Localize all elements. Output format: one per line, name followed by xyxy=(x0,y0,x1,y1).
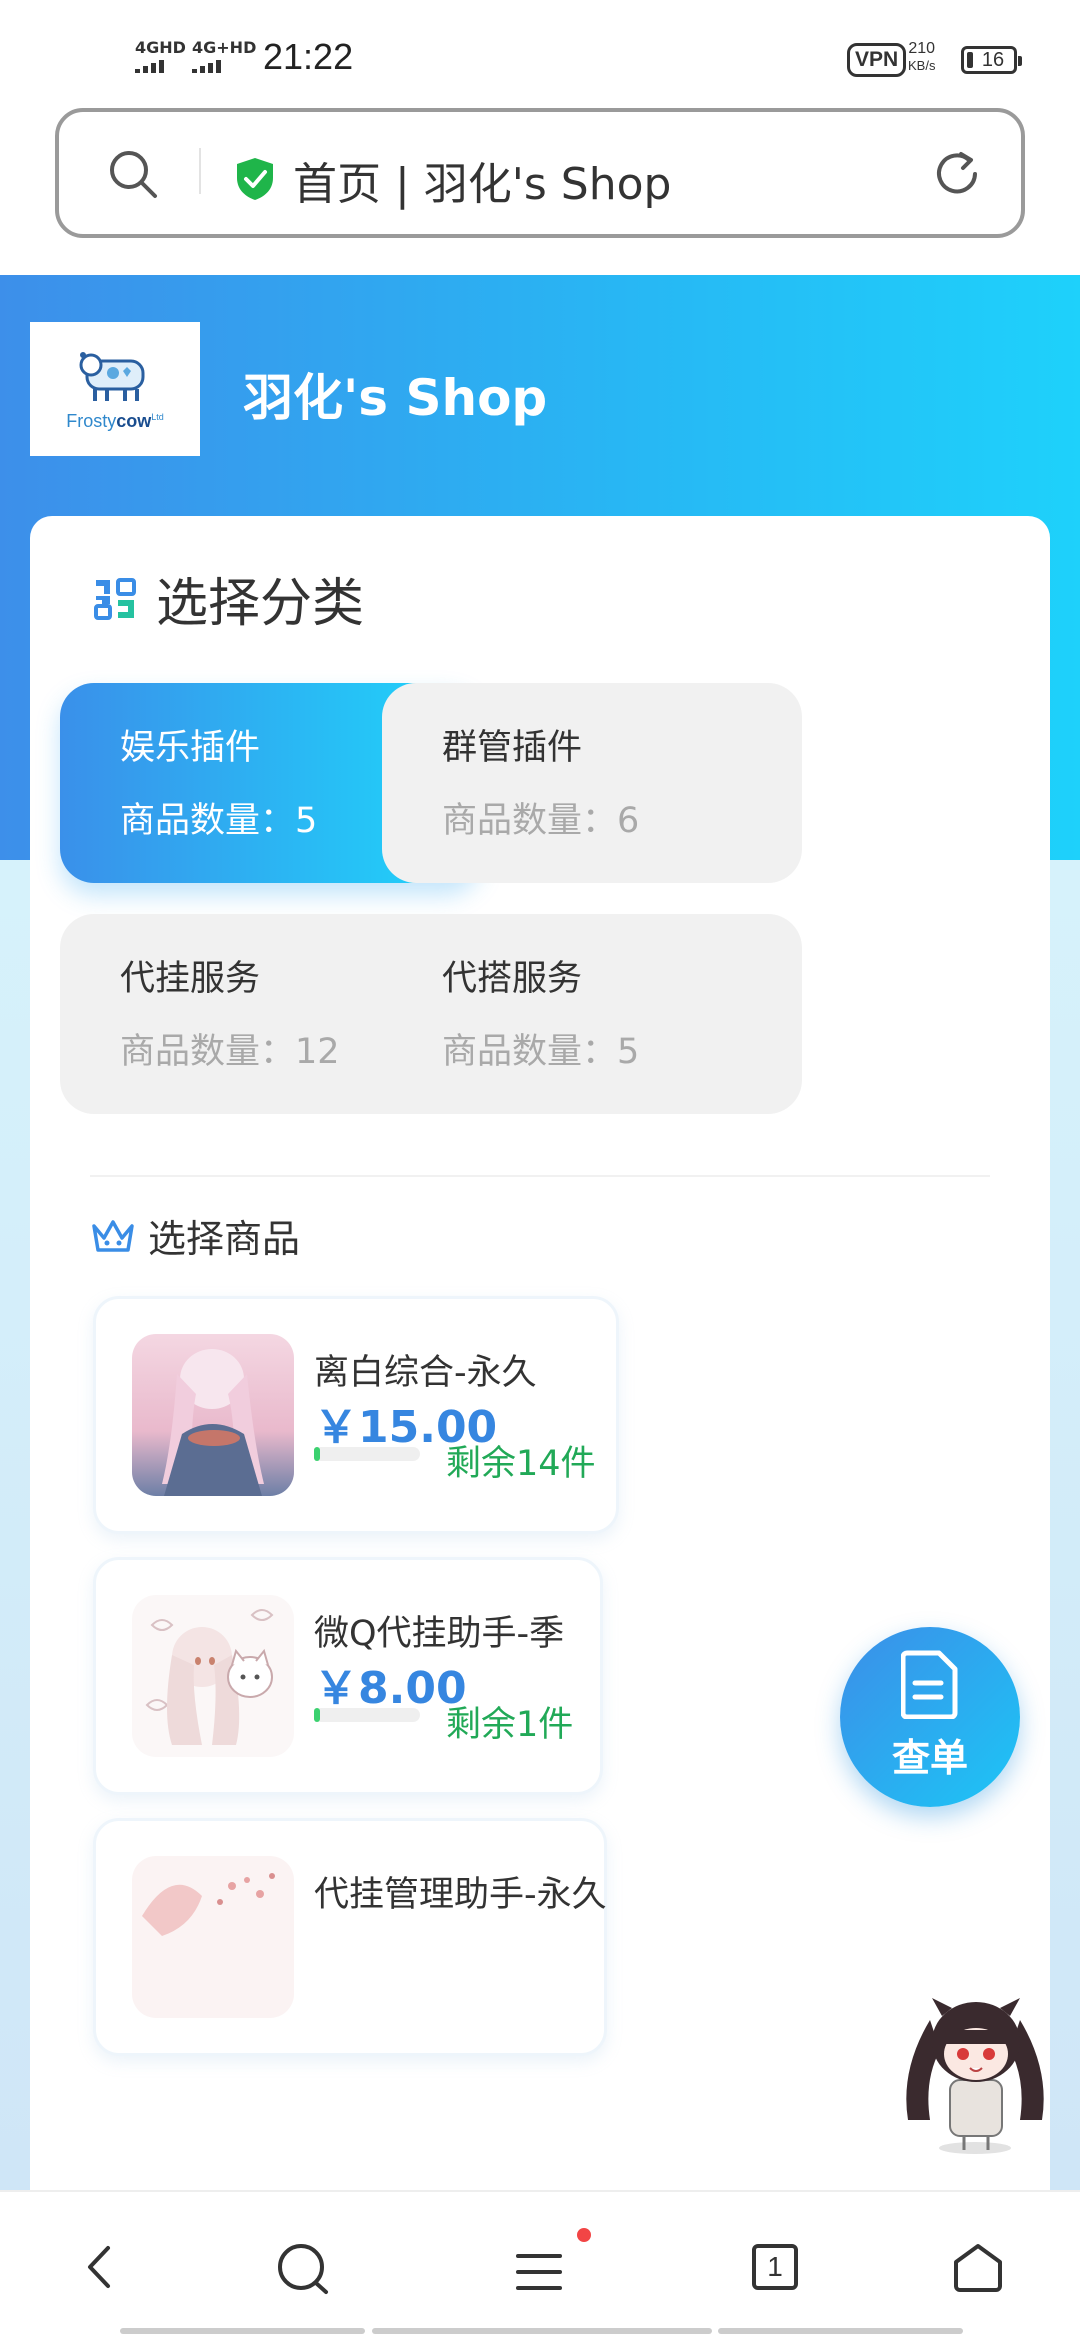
vpn-badge: VPN xyxy=(847,43,907,77)
battery-level: 16 xyxy=(981,49,1005,71)
battery-icon: 16 xyxy=(961,46,1022,74)
search-icon[interactable] xyxy=(276,2242,330,2296)
signal-icon: 4G+HD xyxy=(192,40,256,73)
network-speed-unit: KB/s xyxy=(908,58,936,73)
category-count: 商品数量：5 xyxy=(442,1032,640,1072)
stock-progress-bar xyxy=(314,1708,420,1722)
mascot-image xyxy=(906,1998,1044,2154)
stock-progress-fill xyxy=(314,1447,321,1461)
anime-flowers-image xyxy=(132,1856,294,2018)
status-bar: 4GHD 4G+HD 21:22 VPN 210 KB/s 16 xyxy=(0,0,1080,110)
category-name: 群管插件 xyxy=(442,728,583,768)
gesture-bar xyxy=(120,2328,365,2334)
product-name: 代挂管理助手-永久 xyxy=(314,1875,607,1915)
stock-progress-bar xyxy=(314,1447,420,1461)
product-thumbnail xyxy=(132,1595,294,1757)
reload-icon[interactable] xyxy=(931,148,983,200)
divider xyxy=(90,1175,990,1177)
cow-logo-icon xyxy=(79,351,145,401)
anime-girl-image xyxy=(132,1334,294,1496)
product-section-header: 选择商品 xyxy=(90,1208,300,1263)
signal-label: 4GHD xyxy=(135,38,186,57)
divider xyxy=(199,148,201,194)
gesture-bar xyxy=(372,2328,712,2334)
product-section-title: 选择商品 xyxy=(148,1217,301,1261)
category-section-header: 选择分类 xyxy=(92,561,364,636)
category-section-title: 选择分类 xyxy=(156,574,365,634)
shop-logo: FrostycowLtd xyxy=(30,322,200,456)
gesture-bar xyxy=(718,2328,963,2334)
browser-bottom-nav: 1 xyxy=(0,2190,1080,2340)
logo-text-ltd: Ltd xyxy=(151,411,164,422)
logo-text: FrostycowLtd xyxy=(66,411,164,432)
order-lookup-button[interactable]: 查单 xyxy=(840,1627,1020,1807)
crown-icon xyxy=(92,1219,134,1252)
logo-text-cow: cow xyxy=(116,410,152,431)
category-tile-group-management[interactable]: 群管插件 商品数量：6 xyxy=(382,683,802,883)
anime-girl-cat-image xyxy=(132,1595,294,1757)
logo-text-frosty: Frosty xyxy=(66,410,117,431)
product-thumbnail xyxy=(132,1856,294,2018)
product-card[interactable]: 代挂管理助手-永久 xyxy=(93,1818,607,2056)
category-count: 商品数量：6 xyxy=(442,801,640,841)
product-name: 微Q代挂助手-季 xyxy=(314,1614,565,1654)
address-bar[interactable]: 首页 | 羽化's Shop xyxy=(55,108,1025,238)
back-icon[interactable] xyxy=(80,2242,120,2292)
clock: 21:22 xyxy=(263,36,354,77)
stock-remaining: 剩余1件 xyxy=(446,1705,574,1745)
signal-icon: 4GHD xyxy=(135,40,186,73)
network-speed-value: 210 xyxy=(908,40,936,57)
main-card: 选择分类 娱乐插件 商品数量：5 群管插件 商品数量：6 代挂服务 商品数量：1… xyxy=(30,516,1050,2216)
home-icon[interactable] xyxy=(952,2242,1004,2294)
category-grid-icon xyxy=(94,577,136,620)
secure-shield-icon xyxy=(237,158,273,200)
menu-icon[interactable] xyxy=(514,2250,564,2294)
shop-title: 羽化's Shop xyxy=(243,369,548,427)
product-thumbnail xyxy=(132,1334,294,1496)
product-card[interactable]: 离白综合-永久 ￥15.00 剩余14件 xyxy=(93,1296,619,1534)
product-price: ￥8.00 xyxy=(314,1663,467,1714)
notification-dot xyxy=(577,2228,591,2242)
tabs-button[interactable]: 1 xyxy=(752,2244,798,2290)
network-speed: 210 KB/s xyxy=(908,40,935,74)
category-tile-setup-service[interactable]: 代搭服务 商品数量：5 xyxy=(382,914,802,1114)
signal-label: 4G+HD xyxy=(192,38,257,57)
order-lookup-label: 查单 xyxy=(891,1736,968,1780)
product-card[interactable]: 微Q代挂助手-季 ￥8.00 剩余1件 xyxy=(93,1557,603,1795)
stock-remaining: 剩余14件 xyxy=(446,1444,596,1484)
document-icon xyxy=(901,1650,958,1719)
url-text[interactable]: 首页 | 羽化's Shop xyxy=(293,148,671,212)
product-name: 离白综合-永久 xyxy=(314,1353,537,1393)
category-name: 代搭服务 xyxy=(442,959,583,999)
stock-progress-fill xyxy=(314,1708,321,1722)
search-icon[interactable] xyxy=(107,148,159,200)
